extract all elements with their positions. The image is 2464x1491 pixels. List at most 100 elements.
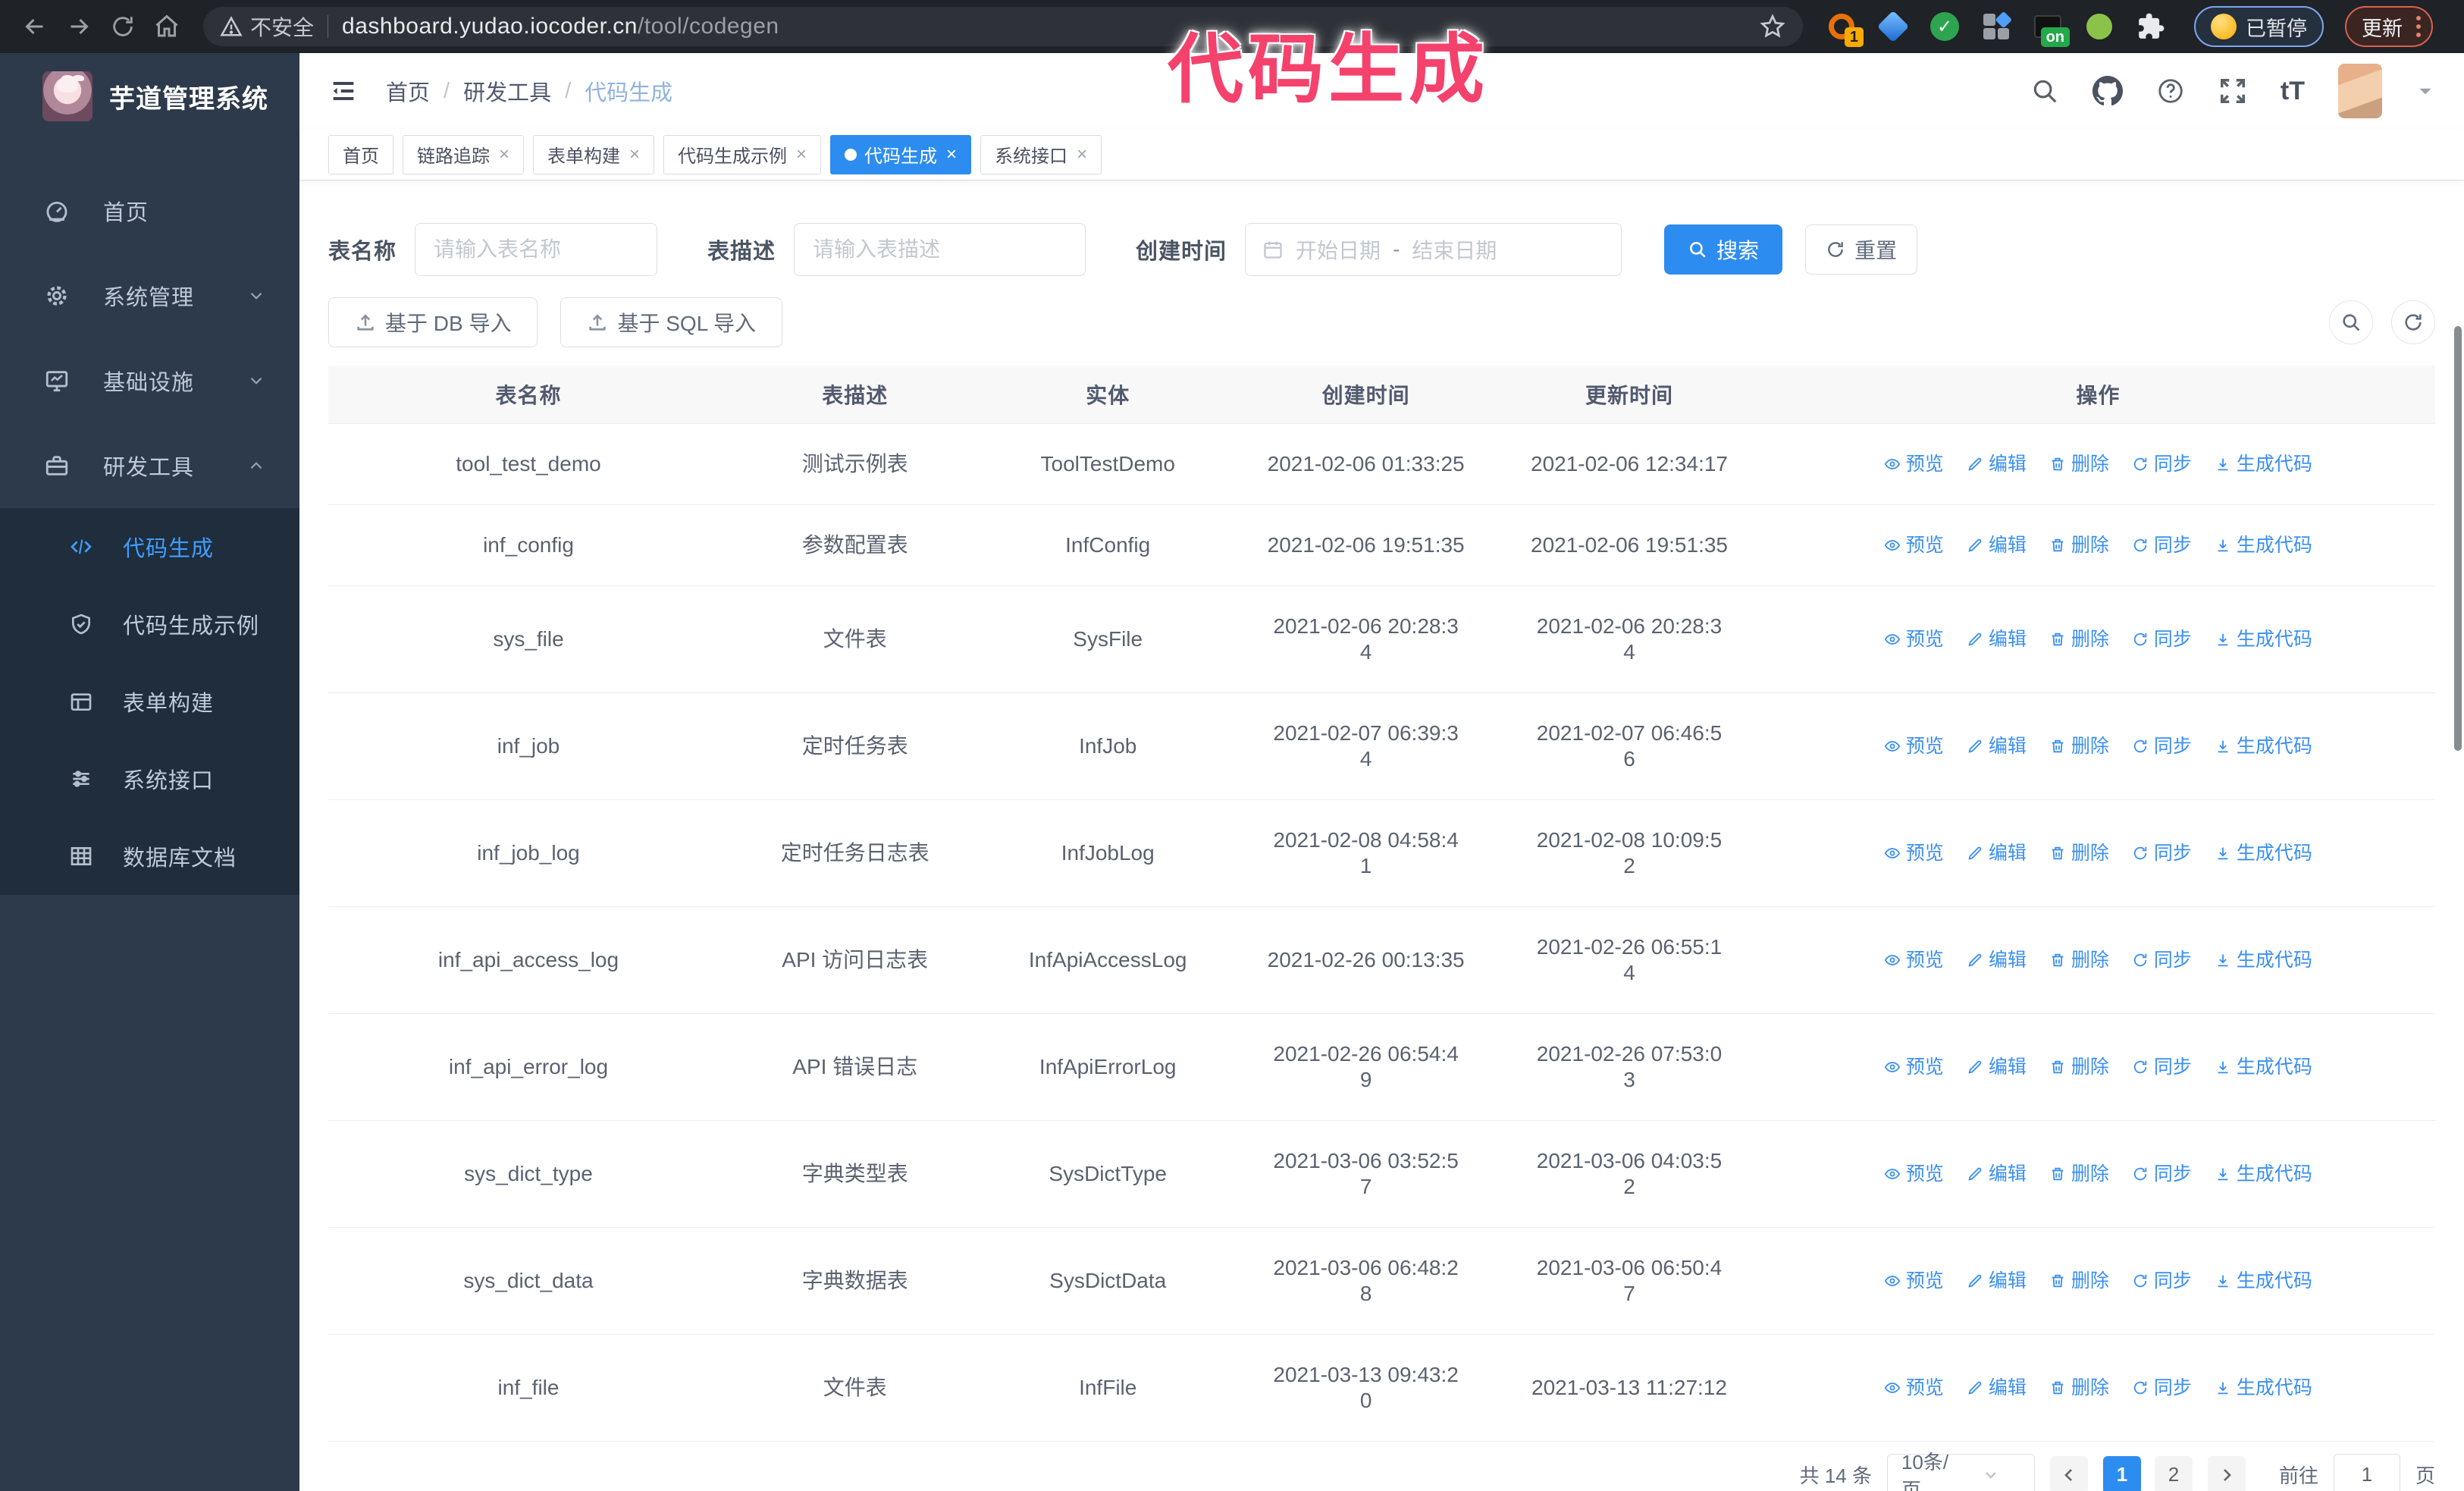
- action-preview-link[interactable]: 预览: [1884, 1268, 1944, 1294]
- sidebar-item-home[interactable]: 首页: [0, 168, 299, 253]
- action-sync-link[interactable]: 同步: [2132, 1268, 2192, 1294]
- extensions-puzzle-icon[interactable]: [2135, 11, 2167, 42]
- tab-form-builder[interactable]: 表单构建 ×: [533, 134, 655, 174]
- action-preview-link[interactable]: 预览: [1884, 532, 1944, 558]
- breadcrumb-item[interactable]: 首页: [386, 75, 430, 107]
- action-edit-link[interactable]: 编辑: [1967, 840, 2027, 866]
- browser-forward-button[interactable]: [61, 8, 97, 45]
- action-edit-link[interactable]: 编辑: [1967, 947, 2027, 973]
- import-sql-button[interactable]: 基于 SQL 导入: [560, 297, 783, 347]
- breadcrumb-item[interactable]: 研发工具: [463, 75, 551, 107]
- action-sync-link[interactable]: 同步: [2132, 1161, 2192, 1187]
- close-tab-icon[interactable]: ×: [796, 144, 807, 165]
- action-preview-link[interactable]: 预览: [1884, 840, 1944, 866]
- sidebar-item-dev-tools[interactable]: 研发工具: [0, 423, 299, 508]
- browser-menu-icon[interactable]: [2416, 16, 2421, 37]
- action-generate-link[interactable]: 生成代码: [2215, 532, 2312, 558]
- app-logo-row[interactable]: 芋道管理系统: [0, 53, 299, 138]
- action-delete-link[interactable]: 删除: [2049, 947, 2109, 973]
- action-edit-link[interactable]: 编辑: [1967, 451, 2027, 477]
- tab-code-generation[interactable]: 代码生成 ×: [830, 134, 972, 174]
- sidebar-item-form-builder[interactable]: 表单构建: [0, 663, 299, 740]
- tab-home[interactable]: 首页: [328, 134, 393, 174]
- browser-update-button[interactable]: 更新: [2345, 6, 2433, 47]
- action-sync-link[interactable]: 同步: [2132, 532, 2192, 558]
- action-edit-link[interactable]: 编辑: [1967, 532, 2027, 558]
- action-edit-link[interactable]: 编辑: [1967, 1375, 2027, 1401]
- action-generate-link[interactable]: 生成代码: [2215, 451, 2312, 477]
- tab-codegen-example[interactable]: 代码生成示例 ×: [663, 134, 822, 174]
- action-generate-link[interactable]: 生成代码: [2215, 947, 2312, 973]
- action-edit-link[interactable]: 编辑: [1967, 1268, 2027, 1294]
- import-db-button[interactable]: 基于 DB 导入: [328, 297, 538, 347]
- page-url[interactable]: dashboard.yudao.iocoder.cn/tool/codegen: [342, 14, 779, 39]
- action-delete-link[interactable]: 删除: [2049, 1161, 2109, 1187]
- profile-paused-pill[interactable]: 已暂停: [2194, 6, 2324, 47]
- close-tab-icon[interactable]: ×: [499, 144, 509, 165]
- action-preview-link[interactable]: 预览: [1884, 1161, 1944, 1187]
- browser-home-button[interactable]: [149, 8, 185, 45]
- extension-check-icon[interactable]: ✓: [1929, 11, 1961, 42]
- action-generate-link[interactable]: 生成代码: [2215, 840, 2312, 866]
- action-delete-link[interactable]: 删除: [2049, 532, 2109, 558]
- action-sync-link[interactable]: 同步: [2132, 947, 2192, 973]
- github-icon[interactable]: [2092, 76, 2123, 106]
- table-desc-input[interactable]: [794, 223, 1086, 276]
- goto-page-input[interactable]: [2333, 1453, 2400, 1491]
- font-size-icon[interactable]: tT: [2281, 77, 2305, 106]
- prev-page-button[interactable]: [2049, 1455, 2088, 1491]
- sidebar-item-codegen-example[interactable]: 代码生成示例: [0, 585, 299, 663]
- action-generate-link[interactable]: 生成代码: [2215, 733, 2312, 759]
- close-tab-icon[interactable]: ×: [946, 144, 957, 165]
- sidebar-fold-icon[interactable]: [328, 76, 359, 106]
- action-sync-link[interactable]: 同步: [2132, 840, 2192, 866]
- action-delete-link[interactable]: 删除: [2049, 626, 2109, 652]
- refresh-table-button[interactable]: [2391, 300, 2435, 344]
- page-button-2[interactable]: 2: [2154, 1455, 2193, 1491]
- action-delete-link[interactable]: 删除: [2049, 733, 2109, 759]
- fullscreen-icon[interactable]: [2218, 77, 2247, 105]
- sidebar-item-code-generation[interactable]: 代码生成: [0, 508, 299, 585]
- action-preview-link[interactable]: 预览: [1884, 733, 1944, 759]
- action-delete-link[interactable]: 删除: [2049, 451, 2109, 477]
- action-preview-link[interactable]: 预览: [1884, 626, 1944, 652]
- action-edit-link[interactable]: 编辑: [1967, 1161, 2027, 1187]
- help-icon[interactable]: [2156, 77, 2185, 105]
- action-edit-link[interactable]: 编辑: [1967, 1054, 2027, 1080]
- action-sync-link[interactable]: 同步: [2132, 1375, 2192, 1401]
- reset-button[interactable]: 重置: [1805, 224, 1918, 275]
- extension-key-icon[interactable]: [2083, 11, 2115, 42]
- header-search-icon[interactable]: [2030, 77, 2059, 105]
- scrollbar-thumb[interactable]: [2454, 326, 2462, 751]
- action-sync-link[interactable]: 同步: [2132, 733, 2192, 759]
- action-sync-link[interactable]: 同步: [2132, 626, 2192, 652]
- page-button-1[interactable]: 1: [2102, 1455, 2141, 1491]
- start-date-placeholder[interactable]: 开始日期: [1296, 234, 1381, 265]
- action-delete-link[interactable]: 删除: [2049, 1054, 2109, 1080]
- address-bar[interactable]: 不安全 dashboard.yudao.iocoder.cn/tool/code…: [203, 7, 1803, 46]
- action-edit-link[interactable]: 编辑: [1967, 733, 2027, 759]
- table-name-input[interactable]: [415, 223, 658, 276]
- action-preview-link[interactable]: 预览: [1884, 1054, 1944, 1080]
- action-generate-link[interactable]: 生成代码: [2215, 626, 2312, 652]
- next-page-button[interactable]: [2207, 1455, 2246, 1491]
- tab-trace[interactable]: 链路追踪 ×: [403, 134, 525, 174]
- browser-back-button[interactable]: [17, 8, 53, 45]
- bookmark-star-icon[interactable]: [1759, 13, 1786, 40]
- action-generate-link[interactable]: 生成代码: [2215, 1375, 2312, 1401]
- sidebar-item-infrastructure[interactable]: 基础设施: [0, 338, 299, 423]
- security-label[interactable]: 不安全: [250, 11, 314, 42]
- action-sync-link[interactable]: 同步: [2132, 1054, 2192, 1080]
- end-date-placeholder[interactable]: 结束日期: [1412, 234, 1497, 265]
- action-delete-link[interactable]: 删除: [2049, 1375, 2109, 1401]
- sidebar-item-system-api[interactable]: 系统接口: [0, 740, 299, 818]
- action-delete-link[interactable]: 删除: [2049, 1268, 2109, 1294]
- action-preview-link[interactable]: 预览: [1884, 1375, 1944, 1401]
- action-edit-link[interactable]: 编辑: [1967, 626, 2027, 652]
- action-generate-link[interactable]: 生成代码: [2215, 1268, 2312, 1294]
- sidebar-item-db-doc[interactable]: 数据库文档: [0, 818, 299, 895]
- avatar-caret-down-icon[interactable]: [2415, 81, 2435, 101]
- search-button[interactable]: 搜索: [1664, 224, 1783, 275]
- action-generate-link[interactable]: 生成代码: [2215, 1054, 2312, 1080]
- sidebar-item-system-management[interactable]: 系统管理: [0, 253, 299, 338]
